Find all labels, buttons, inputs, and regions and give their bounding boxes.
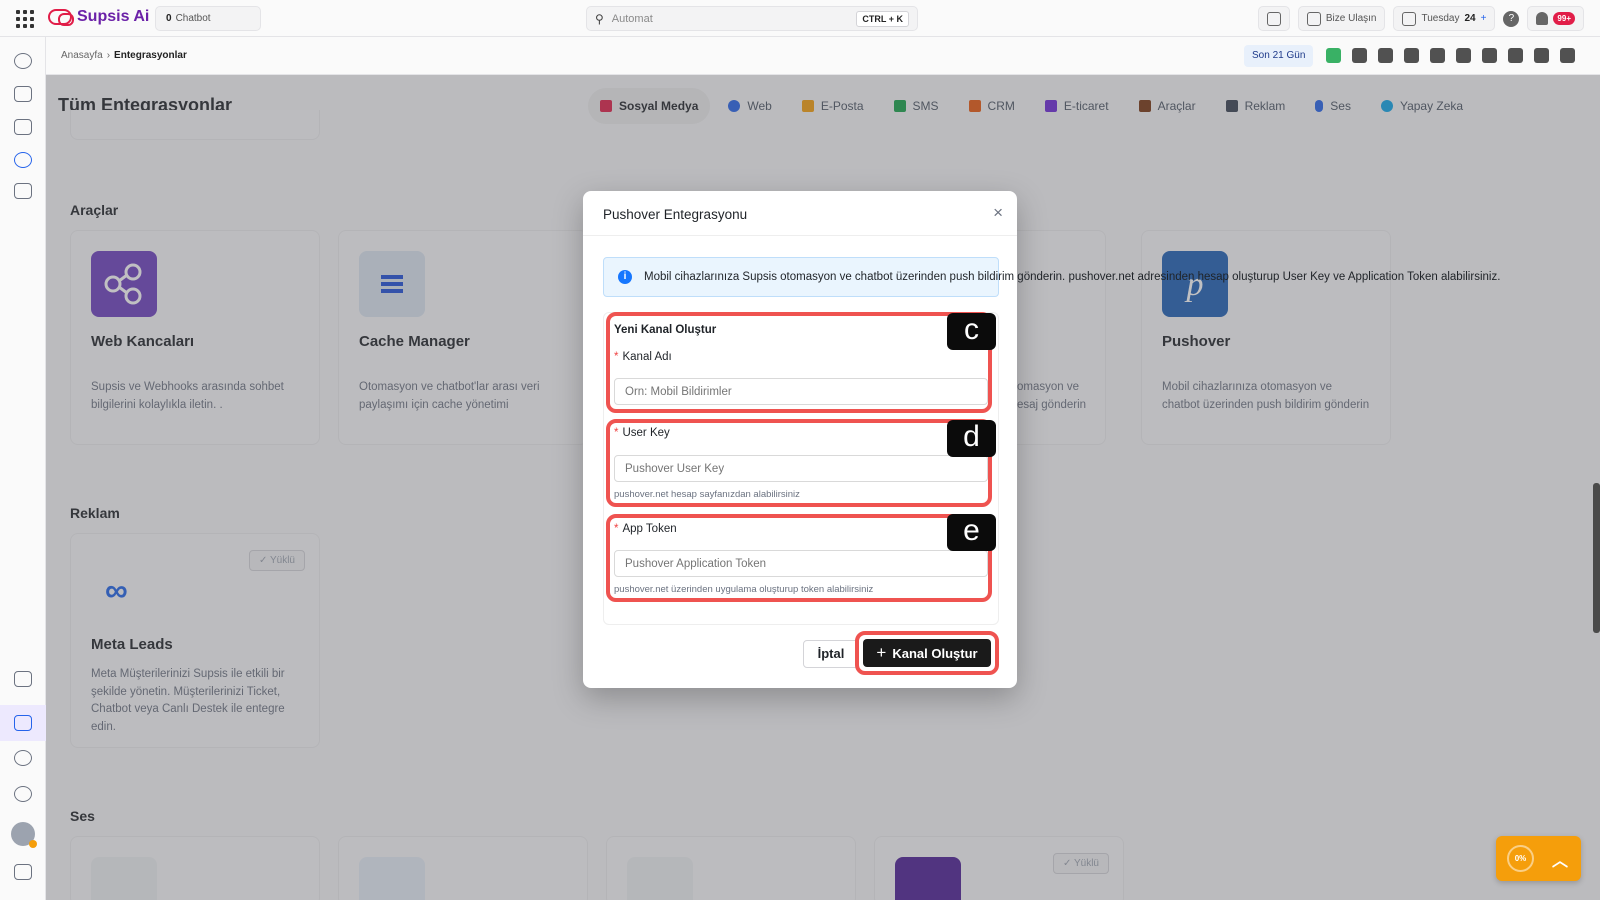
info-icon: i (618, 270, 632, 284)
window-icon[interactable] (1560, 48, 1575, 63)
date-range-pill[interactable]: Son 21 Gün (1244, 45, 1314, 67)
app-token-label: * App Token (614, 523, 677, 535)
chatbot-selector[interactable]: 0 Chatbot (155, 6, 261, 31)
global-search[interactable]: ⚲ Automat CTRL + K (586, 6, 918, 31)
search-icon: ⚲ (595, 11, 604, 26)
annotation-label-d: d (947, 420, 996, 457)
headset-icon[interactable] (1534, 48, 1549, 63)
app-token-hint: pushover.net üzerinden uygulama oluşturu… (614, 584, 874, 595)
inbox-button[interactable] (1257, 6, 1290, 31)
whatsapp-icon[interactable] (1456, 48, 1471, 63)
search-shortcut: CTRL + K (856, 11, 909, 27)
label-text: Kanal Adı (622, 351, 672, 363)
channel-name-label: * Kanal Adı (614, 351, 672, 363)
telegram-icon[interactable] (1430, 48, 1445, 63)
plus-icon: + (876, 643, 887, 662)
play-icon[interactable] (14, 152, 32, 168)
progress-ring: 0% (1507, 845, 1534, 872)
stats-icon[interactable] (1326, 48, 1341, 63)
date-number: 24 (1464, 13, 1476, 24)
form-section-label: Yeni Kanal Oluştur (614, 324, 717, 336)
modal-title: Pushover Entegrasyonu (603, 207, 748, 222)
instagram-icon[interactable] (1482, 48, 1497, 63)
contact-label: Bize Ulaşın (1325, 13, 1377, 24)
contacts-icon[interactable] (14, 86, 32, 102)
sub-header-icons (1326, 48, 1575, 63)
list-icon[interactable] (1378, 48, 1393, 63)
add-icon[interactable]: + (1481, 13, 1487, 24)
settings-gear-icon[interactable] (14, 786, 32, 802)
close-icon[interactable]: × (993, 203, 1003, 223)
create-channel-label: Kanal Oluştur (892, 645, 978, 661)
annotation-label-e: e (947, 514, 996, 551)
user-avatar[interactable] (11, 822, 37, 848)
apps-grid-icon[interactable] (16, 10, 34, 28)
chat-icon[interactable] (14, 53, 32, 69)
chatbot-count: 0 (166, 13, 172, 24)
chat-icon (1306, 11, 1321, 26)
date-day: Tuesday (1421, 13, 1460, 24)
user-key-hint: pushover.net hesap sayfanızdan alabilirs… (614, 489, 800, 500)
page-scrollbar[interactable] (1593, 483, 1600, 633)
top-right-actions: Bize Ulaşın Tuesday 24 + ? 99+ (1257, 6, 1584, 31)
required-mark: * (614, 523, 619, 535)
chevron-up-icon[interactable]: ︿ (1552, 847, 1568, 871)
notification-badge: 99+ (1553, 12, 1575, 25)
notifications-button[interactable]: 99+ (1527, 6, 1584, 31)
app-logo[interactable]: Supsis Ai (48, 8, 149, 26)
bot-icon[interactable] (1352, 48, 1367, 63)
progress-widget[interactable]: 0% ︿ (1496, 836, 1581, 881)
inbox-icon (1266, 11, 1281, 26)
label-text: User Key (622, 427, 670, 439)
info-alert: i Mobil cihazlarınıza Supsis otomasyon v… (603, 257, 1500, 297)
date-picker[interactable]: Tuesday 24 + (1393, 6, 1496, 31)
clock-icon[interactable] (14, 750, 32, 766)
breadcrumb-current: Entegrasyonlar (114, 50, 187, 61)
bell-icon (1536, 12, 1549, 25)
inbox-icon[interactable] (14, 119, 32, 135)
window-icon[interactable] (14, 183, 32, 199)
help-icon[interactable]: ? (1503, 10, 1520, 27)
modal-divider (583, 235, 1017, 236)
app-token-input[interactable] (614, 550, 988, 577)
integrations-icon[interactable] (14, 715, 32, 731)
sub-header: Anasayfa › Entegrasyonlar Son 21 Gün (46, 37, 1600, 75)
user-key-label: * User Key (614, 427, 670, 439)
search-input[interactable]: Automat (612, 13, 653, 25)
chatbot-label: Chatbot (175, 13, 211, 24)
message-icon[interactable] (1508, 48, 1523, 63)
annotation-label-c: c (947, 313, 996, 350)
logout-icon[interactable] (14, 864, 32, 880)
pushover-integration-modal: Pushover Entegrasyonu × i Mobil cihazlar… (583, 191, 1500, 688)
left-sidebar (0, 37, 46, 900)
cancel-button[interactable]: İptal (803, 640, 859, 668)
calendar-icon (1402, 11, 1417, 26)
user-key-input[interactable] (614, 455, 988, 482)
required-mark: * (614, 351, 619, 363)
agents-icon[interactable] (1404, 48, 1419, 63)
breadcrumb: Anasayfa › Entegrasyonlar (61, 50, 187, 61)
breadcrumb-separator: › (106, 50, 111, 61)
breadcrumb-home[interactable]: Anasayfa (61, 50, 103, 61)
layout-icon[interactable] (14, 671, 32, 687)
required-mark: * (614, 427, 619, 439)
channel-name-input[interactable] (614, 378, 988, 405)
label-text: App Token (622, 523, 677, 535)
create-channel-button[interactable]: + Kanal Oluştur (863, 639, 991, 667)
logo-text: Supsis Ai (77, 8, 150, 25)
info-text: Mobil cihazlarınıza Supsis otomasyon ve … (644, 271, 1501, 283)
supsis-logo-icon (48, 9, 74, 26)
top-bar: Supsis Ai 0 Chatbot ⚲ Automat CTRL + K B… (0, 0, 1600, 37)
contact-button[interactable]: Bize Ulaşın (1297, 6, 1386, 31)
